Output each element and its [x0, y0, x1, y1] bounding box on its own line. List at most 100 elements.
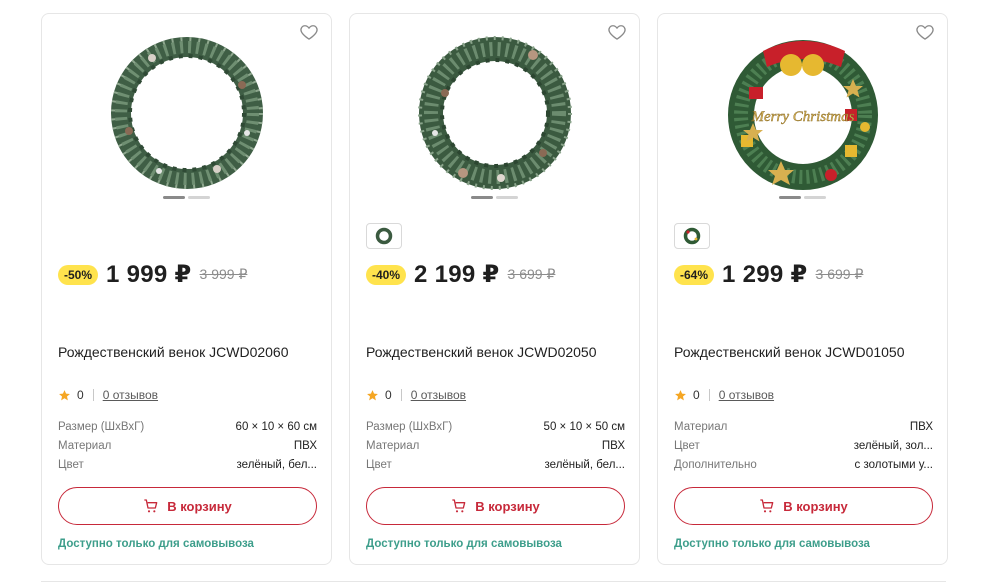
old-price: 3 699 ₽ — [815, 266, 864, 282]
product-title[interactable]: Рождественский венок JCWD01050 — [674, 344, 905, 360]
spec-row: Размер (ШхВхГ) 60 × 10 × 60 см — [58, 417, 317, 436]
rating: 0 0 отзывов — [674, 388, 774, 402]
spec-row: Размер (ШхВхГ) 50 × 10 × 50 см — [366, 417, 625, 436]
divider — [400, 389, 402, 401]
product-title[interactable]: Рождественский венок JCWD02060 — [58, 344, 289, 360]
cart-icon — [760, 499, 774, 513]
rating-value: 0 — [77, 388, 84, 402]
spec-value: с золотыми у... — [854, 458, 933, 471]
product-specs: Материал ПВХ Цвет зелёный, зол... Дополнит… — [674, 417, 933, 474]
spec-row: Материал ПВХ — [58, 436, 317, 455]
wreath-decorated-icon — [683, 227, 701, 245]
image-caption: Merry Christmas — [751, 109, 855, 125]
price-row: -64% 1 299 ₽ 3 699 ₽ — [674, 260, 863, 289]
heart-icon[interactable] — [915, 22, 935, 42]
spec-value: зелёный, бел... — [236, 458, 317, 471]
spec-value: зелёный, бел... — [544, 458, 625, 471]
divider — [92, 389, 94, 401]
spec-label: Цвет — [366, 458, 392, 471]
image-carousel-dots[interactable] — [350, 196, 639, 199]
spec-value: 50 × 10 × 50 см — [543, 420, 625, 433]
current-price: 2 199 ₽ — [414, 261, 500, 288]
carousel-dot[interactable] — [496, 196, 518, 199]
product-card[interactable]: -40% 2 199 ₽ 3 699 ₽ Рождественский вено… — [349, 13, 640, 565]
spec-label: Материал — [366, 439, 420, 452]
product-grid: -50% 1 999 ₽ 3 999 ₽ Рождественский вено… — [41, 13, 948, 565]
old-price: 3 999 ₽ — [199, 266, 248, 282]
spec-row: Дополнительно с золотыми у... — [674, 455, 933, 474]
divider — [708, 389, 710, 401]
star-icon — [59, 389, 70, 400]
carousel-dot[interactable] — [188, 196, 210, 199]
add-to-cart-button[interactable]: В корзину — [58, 487, 317, 525]
variant-thumbnail[interactable] — [366, 223, 402, 249]
rating-value: 0 — [385, 388, 392, 402]
carousel-dot[interactable] — [804, 196, 826, 199]
wreath-decorated-icon: Merry Christmas — [728, 40, 878, 190]
spec-value: ПВХ — [601, 439, 625, 452]
spec-value: зелёный, зол... — [853, 439, 933, 452]
spec-value: ПВХ — [909, 420, 933, 433]
star-icon — [675, 389, 686, 400]
add-to-cart-button[interactable]: В корзину — [674, 487, 933, 525]
heart-icon[interactable] — [299, 22, 319, 42]
spec-row: Материал ПВХ — [366, 436, 625, 455]
reviews-link[interactable]: 0 отзывов — [719, 388, 774, 402]
add-to-cart-label: В корзину — [475, 498, 540, 514]
spec-row: Материал ПВХ — [674, 417, 933, 436]
product-image[interactable] — [92, 23, 282, 203]
price-row: -40% 2 199 ₽ 3 699 ₽ — [366, 260, 555, 289]
rating-value: 0 — [693, 388, 700, 402]
divider — [41, 581, 946, 582]
variant-thumbnail[interactable] — [674, 223, 710, 249]
cart-icon — [452, 499, 466, 513]
wreath-plain-icon — [111, 37, 263, 189]
current-price: 1 299 ₽ — [722, 261, 808, 288]
image-carousel-dots[interactable] — [658, 196, 947, 199]
image-carousel-dots[interactable] — [42, 196, 331, 199]
spec-row: Цвет зелёный, бел... — [58, 455, 317, 474]
wreath-plain-icon — [375, 227, 393, 245]
cart-icon — [144, 499, 158, 513]
heart-icon[interactable] — [607, 22, 627, 42]
spec-label: Материал — [674, 420, 728, 433]
product-card[interactable]: Merry Christmas -64% 1 299 ₽ 3 699 ₽ Рож… — [657, 13, 948, 565]
discount-badge: -40% — [366, 264, 407, 285]
spec-label: Цвет — [674, 439, 700, 452]
product-specs: Размер (ШхВхГ) 50 × 10 × 50 см Материал ПВ… — [366, 417, 625, 474]
current-price: 1 999 ₽ — [106, 261, 192, 288]
discount-badge: -64% — [674, 264, 715, 285]
spec-label: Материал — [58, 439, 112, 452]
product-specs: Размер (ШхВхГ) 60 × 10 × 60 см Материал ПВ… — [58, 417, 317, 474]
spec-label: Размер (ШхВхГ) — [366, 420, 453, 433]
rating: 0 0 отзывов — [366, 388, 466, 402]
spec-value: ПВХ — [293, 439, 317, 452]
spec-label: Дополнительно — [674, 458, 757, 471]
add-to-cart-button[interactable]: В корзину — [366, 487, 625, 525]
add-to-cart-label: В корзину — [167, 498, 232, 514]
discount-badge: -50% — [58, 264, 99, 285]
reviews-link[interactable]: 0 отзывов — [103, 388, 158, 402]
pickup-note: Доступно только для самовывоза — [366, 538, 562, 550]
star-icon — [367, 389, 378, 400]
price-row: -50% 1 999 ₽ 3 999 ₽ — [58, 260, 247, 289]
spec-value: 60 × 10 × 60 см — [235, 420, 317, 433]
product-image[interactable] — [400, 23, 590, 203]
spec-row: Цвет зелёный, бел... — [366, 455, 625, 474]
carousel-dot[interactable] — [471, 196, 493, 199]
carousel-dot[interactable] — [779, 196, 801, 199]
spec-row: Цвет зелёный, зол... — [674, 436, 933, 455]
pickup-note: Доступно только для самовывоза — [58, 538, 254, 550]
product-card[interactable]: -50% 1 999 ₽ 3 999 ₽ Рождественский вено… — [41, 13, 332, 565]
spec-label: Цвет — [58, 458, 84, 471]
rating: 0 0 отзывов — [58, 388, 158, 402]
product-title[interactable]: Рождественский венок JCWD02050 — [366, 344, 597, 360]
wreath-plain-icon — [418, 36, 572, 190]
carousel-dot[interactable] — [163, 196, 185, 199]
old-price: 3 699 ₽ — [507, 266, 556, 282]
pickup-note: Доступно только для самовывоза — [674, 538, 870, 550]
reviews-link[interactable]: 0 отзывов — [411, 388, 466, 402]
add-to-cart-label: В корзину — [783, 498, 848, 514]
product-image[interactable]: Merry Christmas — [708, 23, 898, 203]
spec-label: Размер (ШхВхГ) — [58, 420, 145, 433]
